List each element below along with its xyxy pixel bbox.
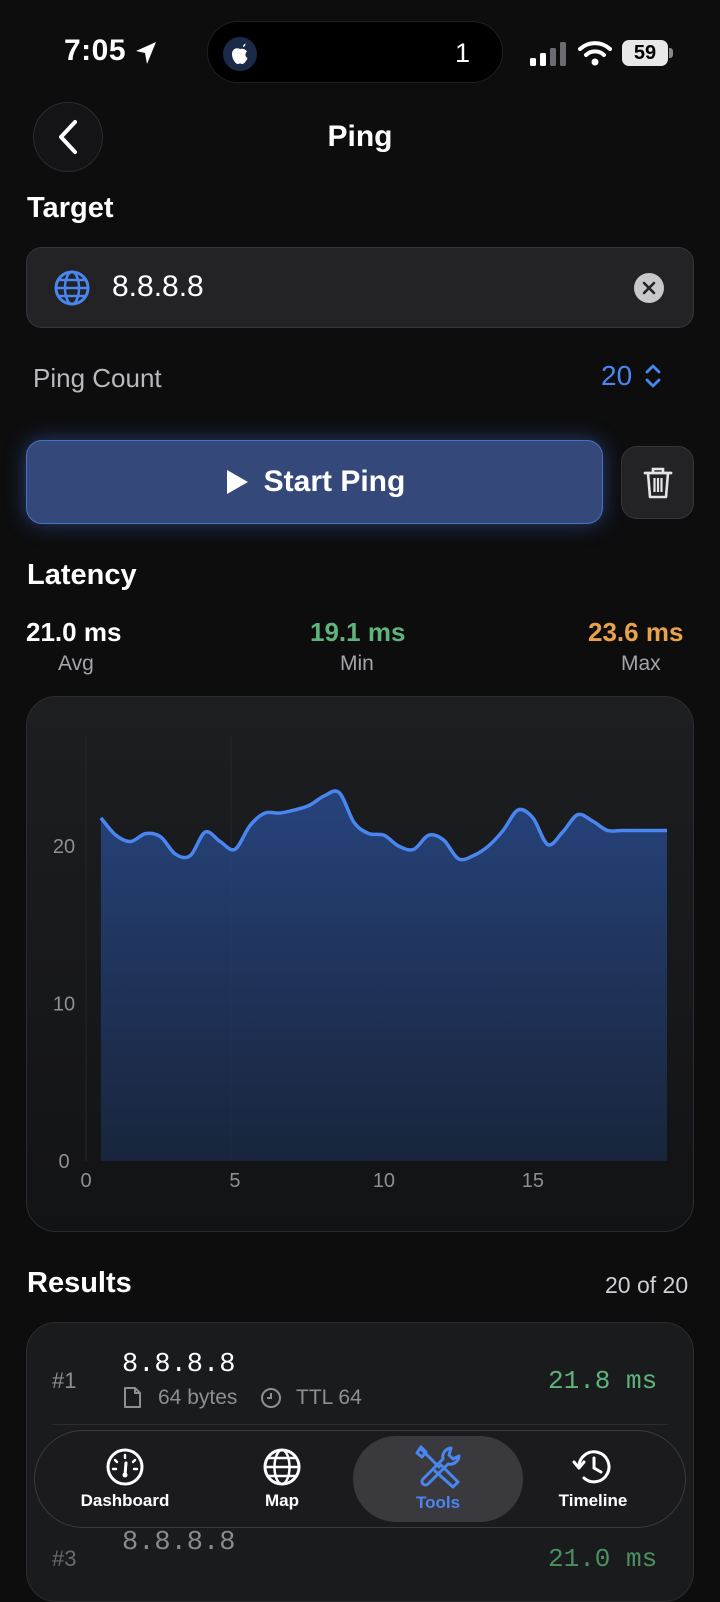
- result-bytes: 64 bytes: [158, 1386, 238, 1409]
- start-ping-button[interactable]: Start Ping: [26, 440, 603, 524]
- latency-heading: Latency: [27, 559, 137, 591]
- result-latency: 21.0 ms: [548, 1544, 658, 1574]
- target-value: 8.8.8.8: [112, 270, 204, 303]
- min-label: Min: [340, 652, 374, 675]
- min-value: 19.1 ms: [310, 617, 406, 647]
- result-host: 8.8.8.8: [122, 1350, 236, 1380]
- tab-label: Tools: [415, 1493, 461, 1512]
- y-tick-label: 20: [53, 836, 75, 858]
- x-tick-label: 10: [373, 1170, 395, 1192]
- result-ttl: TTL 64: [296, 1386, 362, 1409]
- play-icon: [226, 470, 248, 494]
- ping-count-label: Ping Count: [33, 363, 162, 393]
- cellular-signal-icon: [530, 42, 566, 66]
- x-tick-label: 0: [80, 1170, 91, 1192]
- trash-icon: [643, 467, 672, 498]
- ping-count-picker[interactable]: 20: [601, 360, 662, 392]
- max-label: Max: [621, 652, 661, 675]
- close-icon: [642, 281, 656, 295]
- latency-area: [100, 790, 667, 1161]
- tab-label: Dashboard: [80, 1491, 170, 1510]
- result-index: #1: [52, 1368, 77, 1393]
- ping-count-value: 20: [601, 360, 633, 391]
- results-heading: Results: [27, 1267, 132, 1299]
- apple-icon: [223, 37, 257, 71]
- result-index: #3: [52, 1546, 77, 1571]
- trash-button[interactable]: [621, 446, 694, 519]
- page-title: Ping: [327, 120, 393, 153]
- location-arrow-icon: [136, 42, 156, 64]
- clear-button[interactable]: [634, 273, 664, 303]
- globe-icon: [54, 270, 90, 306]
- target-heading: Target: [27, 192, 114, 224]
- result-latency: 21.8 ms: [548, 1366, 658, 1396]
- x-tick-label: 15: [522, 1170, 544, 1192]
- tab-dashboard[interactable]: Dashboard: [50, 1430, 200, 1528]
- results-count: 20 of 20: [605, 1272, 689, 1298]
- tab-map[interactable]: Map: [207, 1430, 357, 1528]
- avg-label: Avg: [58, 652, 94, 675]
- tools-icon: [415, 1445, 461, 1489]
- x-tick-label: 5: [229, 1170, 240, 1192]
- globe-icon: [263, 1448, 301, 1486]
- start-ping-label: Start Ping: [263, 465, 406, 498]
- document-icon: [124, 1387, 141, 1408]
- tab-timeline[interactable]: Timeline: [518, 1430, 668, 1528]
- tab-label: Timeline: [558, 1491, 628, 1510]
- battery-indicator: 59: [622, 40, 668, 66]
- divider: [52, 1424, 668, 1425]
- result-host: 8.8.8.8: [122, 1528, 236, 1558]
- island-count: 1: [455, 38, 471, 68]
- wifi-icon: [578, 41, 612, 66]
- avg-value: 21.0 ms: [26, 617, 122, 647]
- tab-tools[interactable]: Tools: [363, 1430, 513, 1528]
- latency-chart: 0 10 20 0 5 10 15: [53, 736, 667, 1192]
- battery-cap: [669, 48, 673, 58]
- chevron-up-down-icon: [645, 364, 661, 388]
- status-time: 7:05: [64, 34, 127, 67]
- gauge-icon: [106, 1448, 144, 1486]
- max-value: 23.6 ms: [588, 617, 684, 647]
- tab-label: Map: [265, 1491, 299, 1510]
- y-tick-label: 0: [58, 1151, 69, 1173]
- history-icon: [572, 1450, 611, 1484]
- clock-icon: [261, 1388, 281, 1408]
- y-tick-label: 10: [53, 994, 75, 1016]
